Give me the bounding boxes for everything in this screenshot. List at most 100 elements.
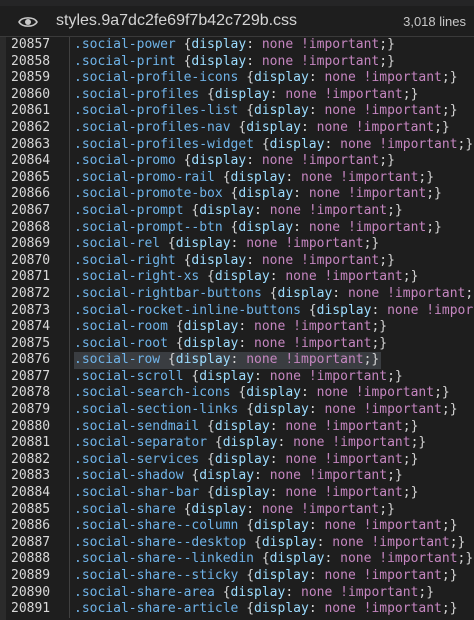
css-property: display xyxy=(254,103,309,119)
code-line[interactable]: 20858 .social-print {display: none !impor… xyxy=(0,53,474,71)
css-selector: .social-rel xyxy=(74,236,161,252)
css-property: display xyxy=(238,219,294,235)
code-text[interactable]: .social-share-area {display: none !impor… xyxy=(74,585,436,602)
code-text[interactable]: .social-share--linkedin {display: none !… xyxy=(74,551,474,568)
code-text[interactable]: .social-prompt {display: none !important… xyxy=(74,203,405,220)
line-number: 20872 xyxy=(11,285,51,301)
punctuation: : xyxy=(285,169,301,185)
code-line[interactable]: 20883 .social-shadow {display: none !impo… xyxy=(0,468,474,486)
indent-guide xyxy=(69,601,70,618)
punctuation: ;} xyxy=(457,551,474,567)
code-text[interactable]: .social-root {display: none !important;} xyxy=(74,336,389,353)
code-text[interactable]: .social-scroll {display: none !important… xyxy=(74,369,405,386)
code-text[interactable]: .social-separator {display: none !import… xyxy=(74,435,428,452)
css-property: display xyxy=(254,518,309,534)
code-line[interactable]: 20867 .social-prompt {display: none !impo… xyxy=(0,202,474,220)
code-line[interactable]: 20878 .social-search-icons {display: none… xyxy=(0,385,474,403)
indent-guide xyxy=(69,568,70,585)
code-text[interactable]: .social-profiles {display: none !importa… xyxy=(74,87,420,104)
code-line[interactable]: 20891 .social-share-article {display: non… xyxy=(0,601,474,618)
code-line[interactable]: 20872 .social-rightbar-buttons {display: … xyxy=(0,285,474,303)
code-line[interactable]: 20882 .social-services {display: none !im… xyxy=(0,451,474,469)
code-line[interactable]: 20869 .social-rel {display: none !importa… xyxy=(0,236,474,253)
code-line[interactable]: 20862 .social-profiles-nav {display: none… xyxy=(0,119,474,137)
code-text[interactable]: .social-row {display: none !important;} xyxy=(74,352,382,369)
code-line[interactable]: 20887 .social-share--desktop {display: no… xyxy=(0,534,474,552)
code-text[interactable]: .social-share--column {display: none !im… xyxy=(74,518,460,535)
line-number: 20864 xyxy=(11,153,51,169)
code-line[interactable]: 20864 .social-promo {display: none !impor… xyxy=(0,153,474,170)
line-number: 20887 xyxy=(11,534,51,550)
css-selector: .social-rocket-inline-buttons xyxy=(74,302,301,318)
css-value: none !important xyxy=(261,501,380,517)
punctuation: ;} xyxy=(402,269,419,285)
code-text[interactable]: .social-print {display: none !important;… xyxy=(74,54,397,71)
code-text[interactable]: .social-profiles-nav {display: none !imp… xyxy=(74,120,452,137)
code-line[interactable]: 20880 .social-sendmail {display: none !im… xyxy=(0,418,474,436)
code-line[interactable]: 20886 .social-share--column {display: non… xyxy=(0,518,474,535)
code-text[interactable]: .social-profiles-widget {display: none !… xyxy=(74,137,474,154)
code-text[interactable]: .social-profiles-list {display: none !im… xyxy=(74,103,460,120)
code-text[interactable]: .social-share-article {display: none !im… xyxy=(74,601,460,618)
code-text[interactable]: .social-prompt--btn {display: none !impo… xyxy=(74,220,444,237)
file-name[interactable]: styles.9a7dc2fe69f7b42c729b.css xyxy=(56,12,297,30)
code-text[interactable]: .social-right-xs {display: none !importa… xyxy=(74,269,420,286)
code-line[interactable]: 20877 .social-scroll {display: none !impo… xyxy=(0,368,474,386)
code-text[interactable]: .social-right {display: none !important;… xyxy=(74,253,397,270)
code-text[interactable]: .social-shar-bar {display: none !importa… xyxy=(74,485,420,502)
code-text[interactable]: .social-search-icons {display: none !imp… xyxy=(74,385,452,402)
code-line[interactable]: 20863 .social-profiles-widget {display: n… xyxy=(0,136,474,154)
code-line[interactable]: 20885 .social-share {display: none !impor… xyxy=(0,501,474,519)
css-value: none !important xyxy=(301,584,419,600)
css-property: display xyxy=(183,335,239,351)
code-text[interactable]: .social-share--sticky {display: none !im… xyxy=(74,568,460,585)
code-text[interactable]: .social-profile-icons {display: none !im… xyxy=(74,70,460,87)
code-line[interactable]: 20888 .social-share--linkedin {display: n… xyxy=(0,551,474,568)
code-text[interactable]: .social-share {display: none !important;… xyxy=(74,502,397,519)
code-text[interactable]: .social-rocket-inline-buttons {display: … xyxy=(74,303,474,320)
code-line[interactable]: 20890 .social-share-area {display: none !… xyxy=(0,584,474,602)
line-number: 20876 xyxy=(11,352,51,368)
code-view[interactable]: 20857 .social-power {display: none !impor… xyxy=(0,37,474,620)
css-value: none !important xyxy=(308,219,427,235)
code-text[interactable]: .social-promote-box {display: none !impo… xyxy=(74,186,444,203)
code-text[interactable]: .social-room {display: none !important;} xyxy=(74,319,389,336)
code-line[interactable]: 20870 .social-right {display: none !impor… xyxy=(0,252,474,270)
code-text[interactable]: .social-power {display: none !important;… xyxy=(74,37,397,54)
code-text[interactable]: .social-services {display: none !importa… xyxy=(74,452,420,469)
code-line[interactable]: 20861 .social-profiles-list {display: non… xyxy=(0,103,474,120)
code-text[interactable]: .social-rel {display: none !important;} xyxy=(74,236,381,253)
punctuation: ;} xyxy=(418,584,435,600)
code-line[interactable]: 20873 .social-rocket-inline-buttons {disp… xyxy=(0,302,474,320)
code-line[interactable]: 20866 .social-promote-box {display: none … xyxy=(0,186,474,203)
eye-icon[interactable] xyxy=(18,14,38,28)
code-line[interactable]: 20881 .social-separator {display: none !i… xyxy=(0,435,474,452)
css-value: none !important xyxy=(246,236,364,252)
css-value: none !important xyxy=(340,551,458,567)
code-text[interactable]: .social-promo-rail {display: none !impor… xyxy=(74,170,436,187)
code-text[interactable]: .social-rightbar-buttons {display: none … xyxy=(74,286,474,303)
code-line[interactable]: 20884 .social-shar-bar {display: none !im… xyxy=(0,485,474,502)
code-line[interactable]: 20879 .social-section-links {display: non… xyxy=(0,402,474,419)
punctuation: : xyxy=(371,302,388,318)
line-number: 20868 xyxy=(11,219,51,235)
code-line[interactable]: 20889 .social-share--sticky {display: non… xyxy=(0,568,474,585)
code-line[interactable]: 20860 .social-profiles {display: none !im… xyxy=(0,86,474,104)
code-text[interactable]: .social-share--desktop {display: none !i… xyxy=(74,535,467,552)
code-line[interactable]: 20857 .social-power {display: none !impor… xyxy=(0,37,474,54)
code-line[interactable]: 20859 .social-profile-icons {display: non… xyxy=(0,70,474,87)
code-text[interactable]: .social-shadow {display: none !important… xyxy=(74,468,405,485)
code-line[interactable]: 20868 .social-prompt--btn {display: none … xyxy=(0,219,474,237)
code-line[interactable]: 20875 .social-root {display: none !import… xyxy=(0,335,474,353)
code-text[interactable]: .social-promo {display: none !important;… xyxy=(74,153,397,170)
code-line[interactable]: 20874 .social-room {display: none !import… xyxy=(0,319,474,336)
code-text[interactable]: .social-section-links {display: none !im… xyxy=(74,402,460,419)
code-line[interactable]: 20871 .social-right-xs {display: none !im… xyxy=(0,269,474,286)
css-property: display xyxy=(175,352,231,368)
code-line[interactable]: 20865 .social-promo-rail {display: none !… xyxy=(0,169,474,187)
code-line[interactable]: 20876 .social-row {display: none !importa… xyxy=(0,352,474,369)
punctuation: : xyxy=(332,285,348,301)
code-text[interactable]: .social-sendmail {display: none !importa… xyxy=(74,419,420,436)
punctuation: { xyxy=(254,136,270,152)
punctuation: ;} xyxy=(379,252,395,268)
